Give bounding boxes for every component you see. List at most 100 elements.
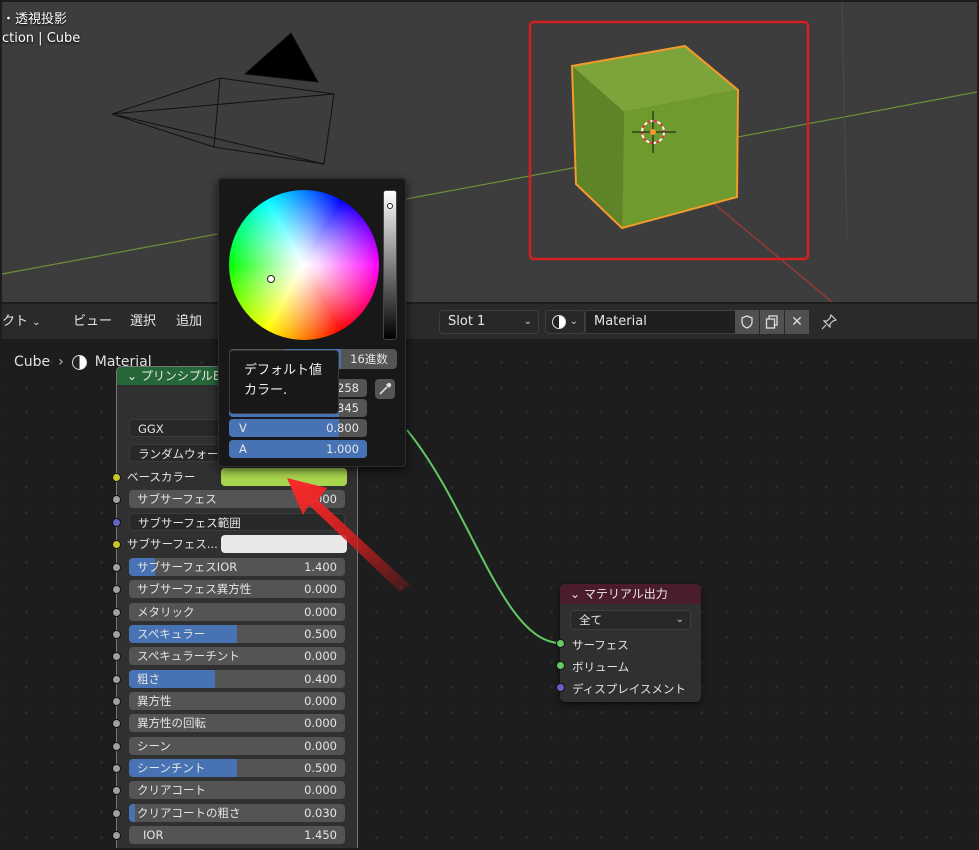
unlink-close-icon[interactable]: ✕ (785, 310, 809, 334)
slider-label: スペキュラー (137, 627, 206, 641)
input-socket[interactable] (112, 764, 121, 773)
slider-value: 0.400 (304, 672, 337, 686)
property-slider[interactable]: スペキュラー 0.500 (129, 625, 345, 643)
slider-value: 0.000 (304, 783, 337, 797)
collection-label: ction | Cube (2, 31, 81, 46)
select-menu[interactable]: 選択 (130, 310, 156, 334)
viewport-scene (2, 2, 977, 302)
subsurface-slider[interactable]: サブサーフェス 0.000 (129, 490, 345, 508)
input-socket[interactable] (112, 742, 121, 751)
slot-label: Slot 1 (448, 314, 486, 329)
property-slider[interactable]: サブサーフェス異方性 0.000 (129, 580, 345, 598)
slider-label: メタリック (137, 605, 195, 619)
slider-label: サブサーフェス異方性 (137, 582, 252, 596)
eyedropper-icon[interactable] (375, 379, 395, 399)
slider-value: 0.000 (304, 582, 337, 596)
fake-user-shield-icon[interactable] (735, 310, 759, 334)
property-slider[interactable]: 異方性 0.000 (129, 692, 345, 710)
input-socket[interactable] (112, 809, 121, 818)
chevron-down-icon: ⌄ (327, 517, 336, 528)
subsurface-socket[interactable] (112, 495, 121, 504)
property-slider[interactable]: シーンチント 0.500 (129, 759, 345, 777)
property-slider[interactable]: クリアコート 0.000 (129, 781, 345, 799)
camera-object (111, 32, 335, 165)
duplicate-icon[interactable] (760, 310, 784, 334)
tooltip-line: デフォルト値 (244, 363, 323, 378)
field-value: 0.800 (326, 421, 359, 435)
field-label: サブサーフェス範囲 (138, 516, 241, 530)
surface-label: サーフェス (572, 638, 629, 652)
input-socket[interactable] (112, 608, 121, 617)
property-slider[interactable]: サブサーフェスIOR 1.400 (129, 558, 345, 576)
base-color-socket[interactable] (112, 473, 121, 482)
pin-icon[interactable] (817, 310, 841, 334)
tooltip-line: カラー. (244, 383, 288, 398)
slider-label: サブサーフェス (137, 492, 217, 506)
subsurface-color-label: サブサーフェス... (127, 537, 218, 551)
alpha-field[interactable]: A 1.000 (229, 440, 367, 458)
surface-socket[interactable] (556, 639, 565, 648)
3d-viewport[interactable]: ・透視投影 ction | Cube (2, 2, 977, 302)
subsurface-color-swatch[interactable] (221, 535, 347, 553)
node-editor-canvas[interactable]: Cube › Material ⌄ プリンシプルBSDF GGX ランダムウォー… (2, 340, 977, 848)
output-target-select[interactable]: 全て ⌄ (570, 610, 691, 630)
distribution-value: GGX (138, 422, 164, 436)
material-output-node[interactable]: ⌄ マテリアル出力 全て ⌄ サーフェス ボリューム ディスプレイスメント (556, 584, 701, 702)
slider-value: 1.400 (304, 560, 337, 574)
subsurface-color-socket[interactable] (112, 540, 121, 549)
input-socket[interactable] (112, 831, 121, 840)
value-slider-bar[interactable] (383, 190, 397, 340)
slider-label: 粗さ (137, 672, 160, 686)
wheel-cursor-handle[interactable] (267, 275, 275, 283)
property-slider[interactable]: メタリック 0.000 (129, 603, 345, 621)
color-wheel[interactable] (229, 190, 379, 340)
cube-object (570, 44, 740, 230)
input-socket[interactable] (112, 786, 121, 795)
object-menu[interactable]: クト ⌄ (2, 310, 41, 334)
slider-label: シーン (137, 739, 171, 753)
view-mode-label: ・透視投影 (2, 12, 68, 27)
property-slider[interactable]: IOR 1.450 (129, 826, 345, 844)
property-slider[interactable]: 異方性の回転 0.000 (129, 714, 345, 732)
slider-value: 0.500 (304, 627, 337, 641)
slider-value: 0.000 (304, 716, 337, 730)
slider-value: 0.000 (304, 649, 337, 663)
value-field[interactable]: V 0.800 (229, 419, 367, 437)
add-menu[interactable]: 追加 (176, 310, 202, 334)
node-title[interactable]: ⌄ マテリアル出力 (560, 584, 701, 604)
node-editor-header: クト ⌄ ビュー 選択 追加 Slot 1 ⌄ ⌄ Material ✕ (2, 304, 977, 340)
input-socket[interactable] (112, 719, 121, 728)
displacement-label: ディスプレイスメント (572, 682, 686, 696)
material-name-field[interactable]: Material (585, 310, 737, 334)
slider-label: クリアコートの粗さ (137, 806, 241, 820)
input-socket[interactable] (112, 652, 121, 661)
slider-value: 0.500 (304, 761, 337, 775)
field-value: 258 (337, 381, 359, 395)
displacement-socket[interactable] (556, 683, 565, 692)
color-picker-popup[interactable]: 16進数 258 345 V 0.800 A 1.000 (218, 178, 406, 467)
slider-value: 0.000 (304, 739, 337, 753)
base-color-swatch[interactable] (221, 468, 347, 486)
property-slider[interactable]: シーン 0.000 (129, 737, 345, 755)
slider-label: IOR (143, 828, 164, 842)
property-slider[interactable]: 粗さ 0.400 (129, 670, 345, 688)
property-slider[interactable]: スペキュラーチント 0.000 (129, 647, 345, 665)
subsurface-method-value: ランダムウォーク (138, 447, 230, 461)
input-socket[interactable] (112, 697, 121, 706)
subsurface-radius-field[interactable]: サブサーフェス範囲 ⌄ (129, 513, 345, 531)
volume-socket[interactable] (556, 661, 565, 670)
input-socket[interactable] (112, 630, 121, 639)
subsurface-radius-socket[interactable] (112, 518, 121, 527)
volume-label: ボリューム (572, 660, 630, 674)
input-socket[interactable] (112, 585, 121, 594)
input-socket[interactable] (112, 675, 121, 684)
tab-hex[interactable]: 16進数 (341, 349, 397, 369)
value-slider-handle[interactable] (387, 203, 393, 209)
slot-dropdown[interactable]: Slot 1 ⌄ (439, 310, 539, 334)
view-menu[interactable]: ビュー (73, 310, 112, 334)
property-slider[interactable]: クリアコートの粗さ 0.030 (129, 804, 345, 822)
input-socket[interactable] (112, 563, 121, 572)
chevron-down-icon: ⌄ (127, 369, 141, 383)
slider-value: 0.000 (304, 492, 337, 506)
material-browse-button[interactable]: ⌄ (545, 310, 585, 334)
